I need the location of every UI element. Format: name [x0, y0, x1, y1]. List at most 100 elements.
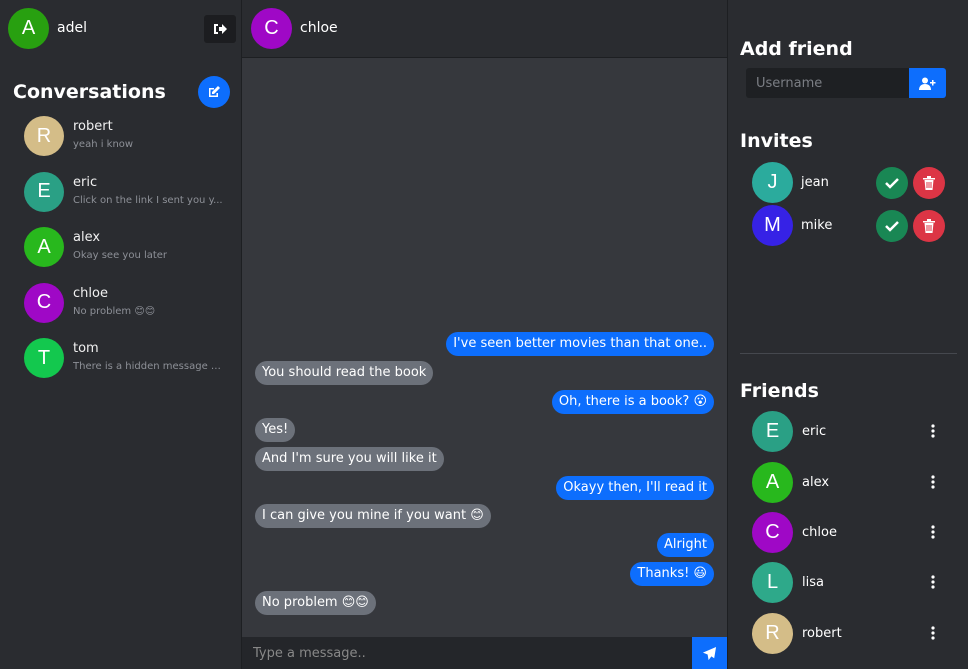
message-input[interactable] [242, 637, 692, 669]
conversation-name: robert [73, 119, 113, 134]
edit-icon [209, 86, 220, 97]
chat-app: A adel Conversations R robert yeah i kno… [0, 0, 968, 669]
incoming-message: You should read the book [242, 359, 727, 388]
incoming-message: And I'm sure you will like it [242, 445, 727, 474]
invite-avatar: M [752, 205, 793, 246]
friend-options-button[interactable] [927, 522, 939, 542]
ellipsis-vertical-icon [931, 626, 935, 640]
conversation-avatar: T [24, 338, 64, 378]
friend-avatar: R [752, 613, 793, 654]
message-bubble: Okayy then, I'll read it [556, 475, 714, 500]
current-user-bar: A adel [0, 0, 242, 58]
outgoing-message: Alright [242, 531, 727, 560]
friend-name: lisa [802, 575, 824, 590]
friend-item-eric[interactable]: E eric [728, 411, 968, 456]
invite-item-jean: J jean [728, 162, 968, 206]
incoming-message: Yes! [242, 416, 727, 445]
message-bubble: Thanks! 😃 [630, 561, 714, 586]
message-bubble: And I'm sure you will like it [255, 447, 444, 472]
outgoing-message: I've seen better movies than that one.. [242, 330, 727, 359]
incoming-message: No problem 😊😊 [242, 588, 727, 617]
conversation-item-tom[interactable]: T tom There is a hidden message here [0, 330, 242, 386]
conversation-preview: There is a hidden message here [73, 361, 223, 372]
conversation-name: chloe [73, 285, 108, 301]
message-composer [242, 637, 727, 669]
friend-options-button[interactable] [927, 421, 939, 441]
logout-button[interactable] [204, 15, 236, 43]
friend-options-button[interactable] [927, 623, 939, 643]
accept-invite-button[interactable] [876, 167, 908, 199]
conversation-avatar: C [24, 282, 64, 323]
conversation-item-alex[interactable]: A alex Okay see you later [0, 219, 242, 275]
friend-avatar: L [752, 562, 793, 603]
message-bubble: Yes! [255, 418, 296, 443]
chat-header: C chloe [242, 0, 727, 58]
message-bubble: Alright [656, 533, 714, 558]
sign-out-icon [214, 24, 227, 34]
trash-icon [923, 176, 935, 190]
new-conversation-button[interactable] [198, 76, 230, 108]
trash-icon [923, 219, 935, 233]
conversation-name: tom [73, 341, 99, 356]
invite-name: jean [801, 175, 829, 190]
conversations-sidebar: A adel Conversations R robert yeah i kno… [0, 0, 242, 669]
ellipsis-vertical-icon [931, 475, 935, 489]
conversation-preview: No problem 😊😊 [73, 305, 156, 317]
friend-avatar: C [752, 512, 793, 553]
message-bubble: You should read the book [255, 361, 434, 386]
add-friend-title: Add friend [740, 38, 853, 60]
add-friend-button[interactable] [909, 68, 946, 98]
friend-options-button[interactable] [927, 472, 939, 492]
message-bubble: No problem 😊😊 [255, 590, 376, 615]
friend-item-robert[interactable]: R robert [728, 613, 968, 658]
conversation-avatar: R [24, 116, 64, 156]
conversation-preview: Click on the link I sent you y... [73, 194, 223, 206]
send-button[interactable] [692, 637, 727, 669]
conversation-name: eric [73, 174, 98, 190]
conversation-avatar: A [24, 227, 64, 267]
conversation-item-robert[interactable]: R robert yeah i know [0, 108, 242, 164]
outgoing-message: Oh, there is a book? 😮 [242, 387, 727, 416]
chat-panel: C chloe I've seen better movies than tha… [242, 0, 727, 669]
username-input[interactable] [746, 68, 909, 98]
conversation-item-eric[interactable]: E eric Click on the link I sent you y... [0, 164, 242, 220]
decline-invite-button[interactable] [913, 167, 945, 199]
friend-name: chloe [802, 525, 837, 540]
conversation-list: R robert yeah i know E eric Click on the … [0, 108, 242, 386]
ellipsis-vertical-icon [931, 525, 935, 539]
divider [740, 353, 957, 354]
friend-avatar: A [752, 462, 793, 503]
accept-invite-button[interactable] [876, 210, 908, 242]
invites-title: Invites [740, 130, 813, 152]
friends-title: Friends [740, 380, 819, 402]
contact-avatar: C [251, 8, 292, 49]
friend-item-chloe[interactable]: C chloe [728, 512, 968, 557]
friend-options-button[interactable] [927, 572, 939, 592]
friend-item-lisa[interactable]: L lisa [728, 562, 968, 607]
invite-item-mike: M mike [728, 205, 968, 249]
contact-name: chloe [300, 20, 338, 36]
outgoing-message: Thanks! 😃 [242, 560, 727, 589]
friend-avatar: E [752, 411, 793, 452]
message-list: I've seen better movies than that one.. Y… [242, 330, 727, 617]
message-bubble: I've seen better movies than that one.. [446, 332, 714, 357]
decline-invite-button[interactable] [913, 210, 945, 242]
paper-plane-icon [702, 646, 717, 660]
conversation-preview: Okay see you later [73, 250, 168, 261]
incoming-message: I can give you mine if you want 😊 [242, 502, 727, 531]
conversation-item-chloe[interactable]: C chloe No problem 😊😊 [0, 275, 242, 331]
check-icon [885, 178, 899, 189]
friend-name: robert [802, 626, 842, 641]
check-icon [885, 221, 899, 232]
ellipsis-vertical-icon [931, 424, 935, 438]
current-user-name: adel [57, 20, 87, 36]
ellipsis-vertical-icon [931, 575, 935, 589]
friend-item-alex[interactable]: A alex [728, 462, 968, 507]
conversation-preview: yeah i know [73, 139, 134, 150]
user-plus-icon [919, 77, 936, 90]
outgoing-message: Okayy then, I'll read it [242, 473, 727, 502]
invite-avatar: J [752, 162, 793, 203]
message-bubble: I can give you mine if you want 😊 [255, 504, 491, 529]
friend-name: eric [802, 424, 827, 439]
conversations-title: Conversations [13, 81, 166, 103]
